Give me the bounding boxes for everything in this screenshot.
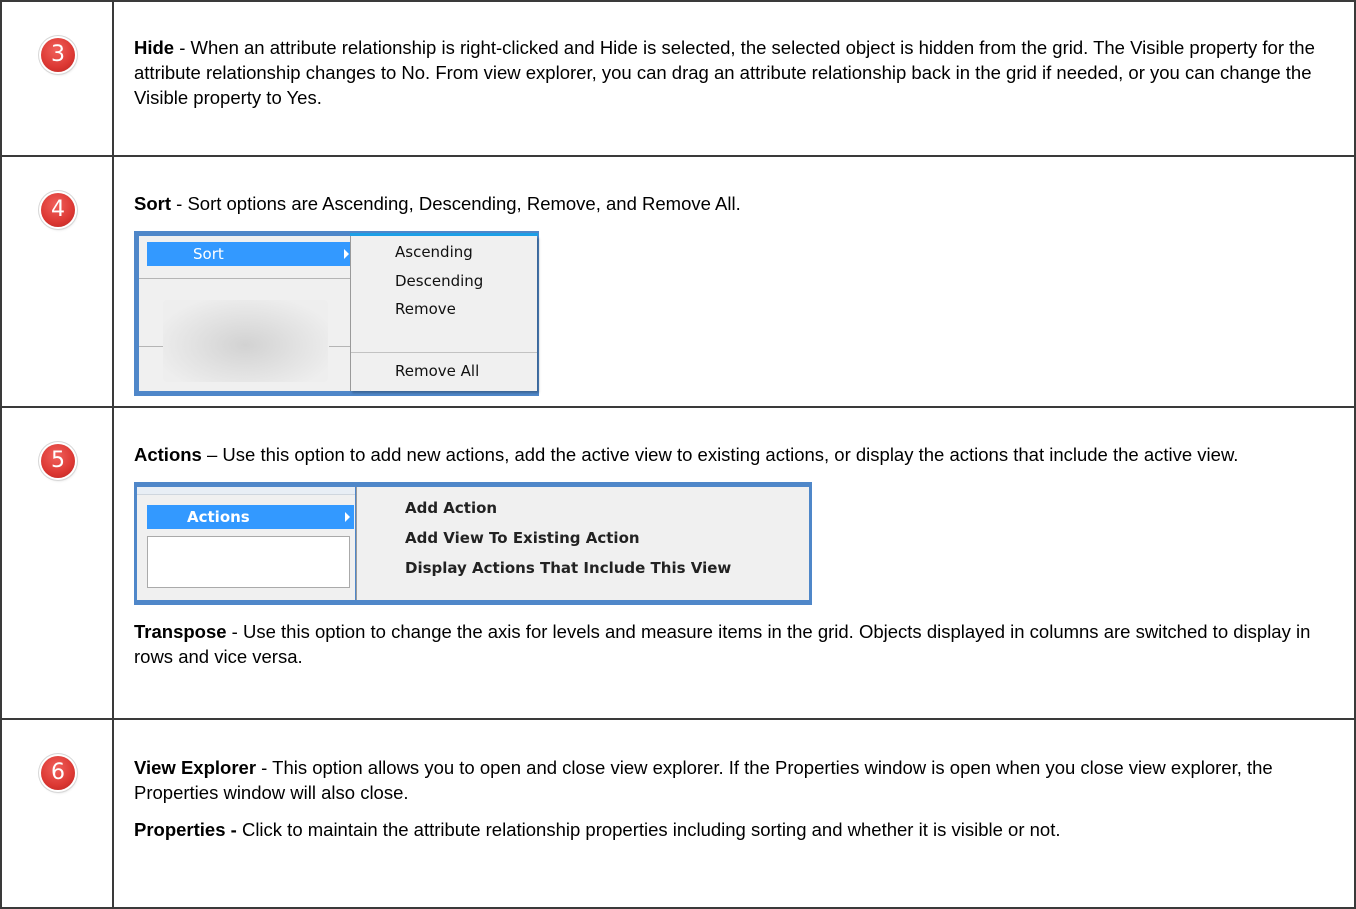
step-number-badge: 3	[41, 38, 75, 72]
step-text: Use this option to add new actions, add …	[222, 444, 1239, 465]
submenu-arrow-icon	[345, 512, 350, 522]
step-text: Sort options are Ascending, Descending, …	[187, 193, 741, 214]
sort-menu-screenshot: Sort Ascending Descending Remove Remove …	[134, 231, 539, 396]
menu-divider	[351, 352, 537, 353]
context-menu: Sort	[139, 236, 353, 391]
step-term: Hide	[134, 37, 175, 58]
menu-item-remove[interactable]: Remove	[395, 300, 456, 318]
step-term: Actions	[134, 444, 202, 465]
actions-submenu: Add Action Add View To Existing Action D…	[356, 487, 809, 600]
menu-item-ascending[interactable]: Ascending	[395, 243, 473, 261]
menu-item-display-actions[interactable]: Display Actions That Include This View	[405, 559, 731, 577]
sort-submenu: Ascending Descending Remove Remove All	[350, 236, 537, 391]
step-term: Transpose	[134, 621, 227, 642]
step-row-6: 6 View Explorer - This option allows you…	[0, 718, 1356, 909]
step-text: Use this option to change the axis for l…	[134, 621, 1311, 667]
step-number-badge: 4	[41, 193, 75, 227]
step-description: Actions – Use this option to add new act…	[134, 444, 1239, 465]
menu-item-actions[interactable]: Actions	[147, 505, 354, 529]
step-number-badge: 5	[41, 444, 75, 478]
step-term: Properties -	[134, 819, 237, 840]
step-text: This option allows you to open and close…	[134, 757, 1273, 803]
step-description: View Explorer - This option allows you t…	[134, 757, 1273, 803]
step-row-4: 4 Sort - Sort options are Ascending, Des…	[0, 155, 1356, 408]
context-menu: Actions	[137, 487, 355, 600]
step-description-secondary: Properties - Click to maintain the attri…	[134, 817, 1340, 842]
step-row-5: 5 Actions – Use this option to add new a…	[0, 406, 1356, 720]
actions-menu-screenshot: Actions Add Action Add View To Existing …	[134, 482, 812, 605]
menu-item-descending[interactable]: Descending	[395, 272, 483, 290]
blurred-menu-area	[163, 300, 328, 382]
step-text: When an attribute relationship is right-…	[134, 37, 1315, 108]
step-description-secondary: Transpose - Use this option to change th…	[134, 621, 1311, 667]
menu-item-add-action[interactable]: Add Action	[405, 499, 497, 517]
step-description: Sort - Sort options are Ascending, Desce…	[134, 193, 741, 214]
steps-table: 3 Hide - When an attribute relationship …	[0, 0, 1356, 909]
step-text: Click to maintain the attribute relation…	[241, 819, 1061, 840]
step-term: View Explorer	[134, 757, 257, 778]
menu-divider	[139, 278, 350, 279]
menu-item-remove-all[interactable]: Remove All	[395, 362, 479, 380]
step-row-3: 3 Hide - When an attribute relationship …	[0, 0, 1356, 157]
step-description: Hide - When an attribute relationship is…	[134, 37, 1315, 108]
submenu-arrow-icon	[344, 249, 349, 259]
step-term: Sort	[134, 193, 171, 214]
menu-item-add-view-to-existing-action[interactable]: Add View To Existing Action	[405, 529, 640, 547]
blank-menu-area	[147, 536, 350, 588]
menu-item-sort[interactable]: Sort	[147, 242, 353, 266]
step-number-badge: 6	[41, 756, 75, 790]
